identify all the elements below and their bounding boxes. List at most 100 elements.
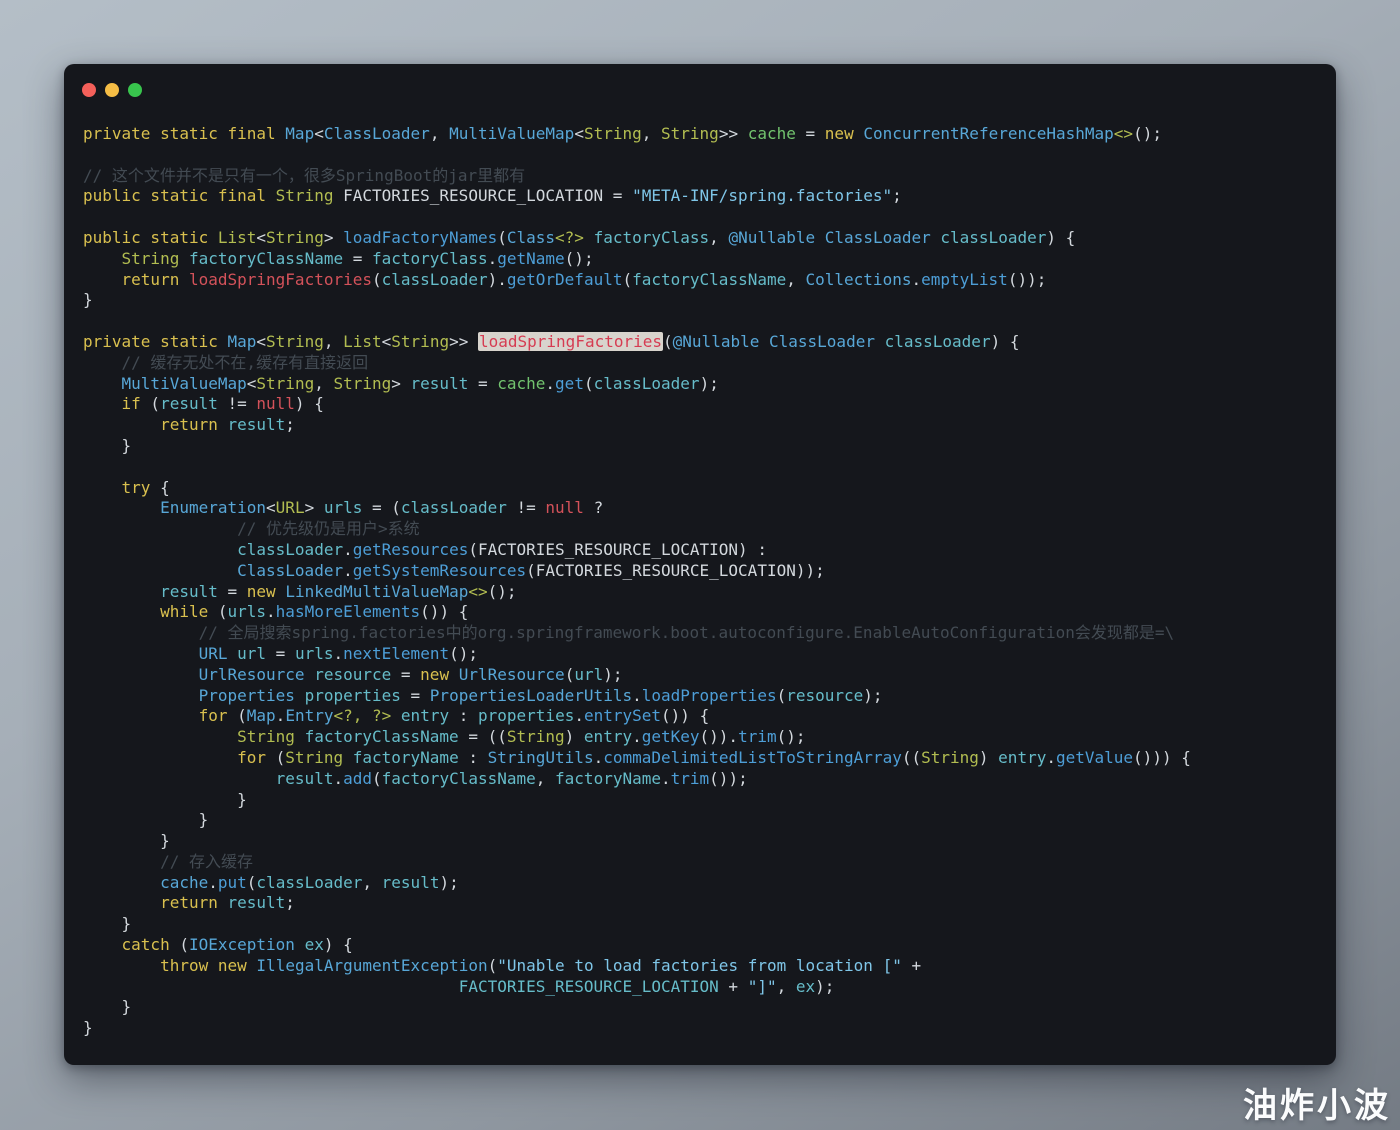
- code-token: getResources: [353, 540, 469, 559]
- code-token: new: [218, 956, 247, 975]
- code-token: );: [603, 665, 622, 684]
- code-token: public static: [83, 228, 218, 247]
- code-token: .: [594, 748, 604, 767]
- code-token: String: [237, 727, 295, 746]
- code-token: entry: [998, 748, 1046, 767]
- code-token: (: [622, 270, 632, 289]
- code-token: .: [632, 686, 642, 705]
- code-token: String: [391, 332, 449, 351]
- code-token: cache: [497, 374, 545, 393]
- code-token: IllegalArgumentException: [256, 956, 487, 975]
- code-token: );: [863, 686, 882, 705]
- code-token: [83, 935, 122, 954]
- code-token: add: [343, 769, 372, 788]
- code-line: return loadSpringFactories(classLoader).…: [83, 270, 1330, 291]
- code-token: private static final: [83, 124, 285, 143]
- code-token: result: [382, 873, 440, 892]
- code-token: result: [228, 893, 286, 912]
- code-token: factoryClassName: [305, 727, 459, 746]
- code-token: [83, 977, 459, 996]
- code-token: .: [333, 769, 343, 788]
- code-token: }: [83, 810, 208, 829]
- code-token: =: [266, 644, 295, 663]
- code-token: ;: [285, 893, 295, 912]
- code-token: get: [555, 374, 584, 393]
- code-token: resource: [786, 686, 863, 705]
- code-token: ());: [709, 769, 748, 788]
- code-token: ) {: [1046, 228, 1075, 247]
- code-token: [83, 893, 160, 912]
- code-token: "]": [748, 977, 777, 996]
- code-token: result: [411, 374, 469, 393]
- code-token: +: [902, 956, 921, 975]
- code-token: hasMoreElements: [276, 602, 421, 621]
- code-token: +: [719, 977, 748, 996]
- code-token: :: [459, 748, 488, 767]
- code-token: getSystemResources: [353, 561, 526, 580]
- code-token: [83, 374, 122, 393]
- code-token: [276, 582, 286, 601]
- code-token: factoryClassName: [382, 769, 536, 788]
- code-token: ;: [892, 186, 902, 205]
- code-token: }: [83, 436, 131, 455]
- code-token: Map: [285, 124, 314, 143]
- code-token: [83, 623, 199, 642]
- code-token: ,: [709, 228, 728, 247]
- code-token: String: [266, 228, 324, 247]
- code-token: (: [663, 332, 673, 351]
- code-token: loadSpringFactories: [189, 270, 372, 289]
- code-token: IOException: [189, 935, 295, 954]
- code-token: factoryName: [353, 748, 459, 767]
- code-token: ClassLoader: [324, 124, 430, 143]
- code-token: getValue: [1056, 748, 1133, 767]
- code-token: (: [777, 686, 787, 705]
- code-token: [218, 893, 228, 912]
- code-token: commaDelimitedListToStringArray: [603, 748, 902, 767]
- code-token: String: [584, 124, 642, 143]
- code-token: <: [247, 374, 257, 393]
- code-token: [83, 956, 160, 975]
- code-token: classLoader: [940, 228, 1046, 247]
- code-token: [83, 602, 160, 621]
- code-line: }: [83, 810, 1330, 831]
- code-token: classLoader: [256, 873, 362, 892]
- code-token: (: [372, 769, 382, 788]
- code-token: String: [507, 727, 565, 746]
- minimize-button[interactable]: [105, 83, 119, 97]
- code-token: =: [343, 249, 372, 268]
- code-token: loadProperties: [642, 686, 777, 705]
- code-token: .: [911, 270, 921, 289]
- code-token: (: [141, 394, 160, 413]
- code-token: ,: [642, 124, 661, 143]
- code-token: }: [83, 831, 170, 850]
- code-token: [83, 852, 160, 871]
- code-token: [179, 270, 189, 289]
- code-token: (: [247, 873, 257, 892]
- close-button[interactable]: [82, 83, 96, 97]
- code-line: }: [83, 1018, 1330, 1039]
- code-token: ex: [796, 977, 815, 996]
- code-token: .: [488, 249, 498, 268]
- code-token: ((: [902, 748, 921, 767]
- code-token: [247, 956, 257, 975]
- code-token: >>: [449, 332, 478, 351]
- code-line: }: [83, 790, 1330, 811]
- code-token: cache: [748, 124, 796, 143]
- code-token: );: [700, 374, 719, 393]
- code-line: [83, 457, 1330, 478]
- code-token: [295, 686, 305, 705]
- code-line: public static List<String> loadFactoryNa…: [83, 228, 1330, 249]
- code-line: ClassLoader.getSystemResources(FACTORIES…: [83, 561, 1330, 582]
- code-token: ) {: [295, 394, 324, 413]
- code-token: }: [83, 790, 247, 809]
- code-token: ConcurrentReferenceHashMap: [863, 124, 1113, 143]
- window-controls: [82, 83, 142, 97]
- code-token: [83, 644, 199, 663]
- code-token: [875, 332, 885, 351]
- zoom-button[interactable]: [128, 83, 142, 97]
- code-token: .: [343, 561, 353, 580]
- code-line: FACTORIES_RESOURCE_LOCATION + "]", ex);: [83, 977, 1330, 998]
- code-token: (: [266, 748, 285, 767]
- code-token: .: [1046, 748, 1056, 767]
- code-token: put: [218, 873, 247, 892]
